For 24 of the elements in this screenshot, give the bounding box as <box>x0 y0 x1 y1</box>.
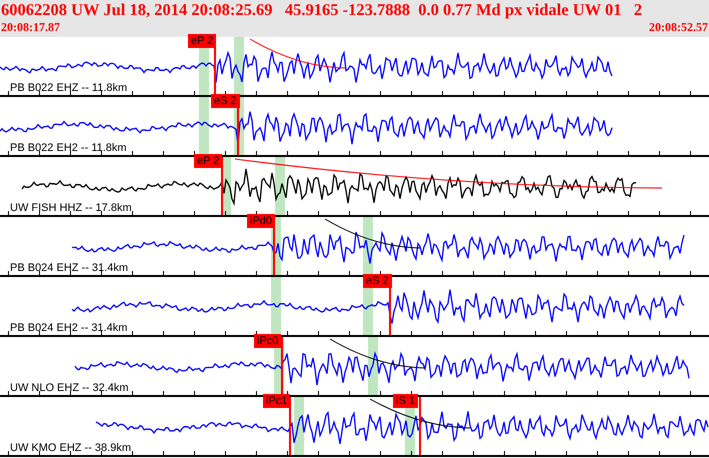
pick-line <box>221 157 223 217</box>
phase-window <box>199 97 209 157</box>
station-label: UW NLO EHZ -- 32.4km <box>10 382 129 394</box>
pick-line <box>419 397 421 457</box>
pick-label[interactable]: eP 2 <box>188 34 216 48</box>
pick-line <box>281 337 283 397</box>
station-label: UW FISH HHZ -- 17.8km <box>10 202 132 214</box>
pick-label[interactable]: iPc0 <box>254 334 282 348</box>
start-time: 20:08:17.87 <box>1 20 60 34</box>
pick-line <box>289 397 291 457</box>
pick-label[interactable]: eS 2 <box>211 94 240 108</box>
station-label: PB B024 EH2 -- 31.4km <box>10 322 128 334</box>
pick-label[interactable]: eS 2 <box>363 274 392 288</box>
station-label: UW KMO EHZ -- 38.9km <box>10 442 132 454</box>
end-time: 20:08:52.57 <box>649 20 708 34</box>
event-title: 60062208 UW Jul 18, 2014 20:08:25.69 45.9165 -123.7888 0.0 0.77 Md px vidale UW 01 2 <box>1 0 644 20</box>
phase-window <box>271 277 281 337</box>
station-label: PB B024 EHZ -- 31.4km <box>10 262 128 274</box>
pick-label[interactable]: iS 1 <box>393 394 418 408</box>
pick-label[interactable]: eP 2 <box>194 154 222 168</box>
station-label: PB B022 EH2 -- 11.8km <box>10 142 127 154</box>
pick-label[interactable]: iPc1 <box>263 394 290 408</box>
station-label: PB B022 EHZ -- 11.8km <box>10 82 128 94</box>
pick-label[interactable]: iPd0 <box>247 214 276 228</box>
